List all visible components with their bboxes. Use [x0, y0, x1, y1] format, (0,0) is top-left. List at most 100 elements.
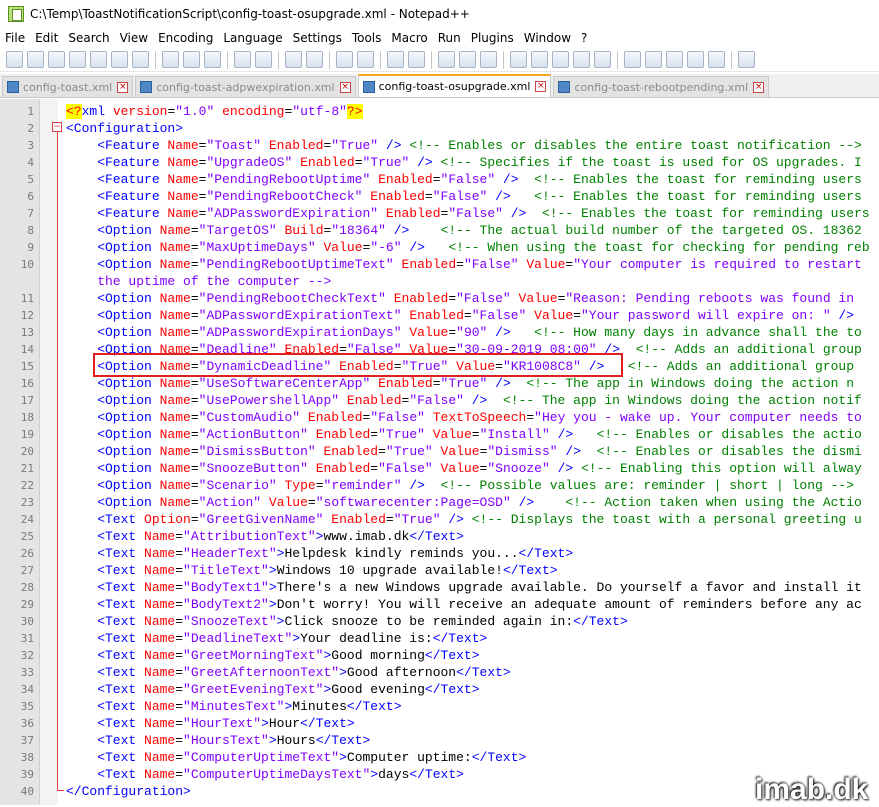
sync-h-icon[interactable] — [408, 51, 425, 68]
line-number-gutter: 1 2 3 4 5 6 7 8 9 10 11 12 13 14 15 16 17 18 19 20 21 22 23 24 2… — [0, 99, 40, 805]
play-icon[interactable] — [666, 51, 683, 68]
close-icon[interactable] — [90, 51, 107, 68]
code-line[interactable]: <Feature Name="ADPasswordExpiration" Ena… — [66, 205, 869, 222]
code-line[interactable]: <Option Name="CustomAudio" Enabled="Fals… — [66, 409, 862, 426]
tab-config-toast-osupgrade[interactable]: config-toast-osupgrade.xml × — [357, 74, 552, 97]
code-line[interactable]: <Text Name="ComputerUptimeDaysText">days… — [66, 766, 464, 783]
code-line[interactable]: <Text Name="BodyText2">Don't worry! You … — [66, 596, 862, 613]
code-line[interactable]: <Option Name="MaxUptimeDays" Value="-6" … — [66, 239, 869, 256]
tab-config-toast-rebootpending[interactable]: config-toast-rebootpending.xml × — [553, 76, 770, 97]
zoom-out-icon[interactable] — [357, 51, 374, 68]
code-line[interactable]: <Text Name="HourText">Hour</Text> — [66, 715, 355, 732]
menu-plugins[interactable]: Plugins — [466, 31, 519, 45]
code-line[interactable]: <Text Name="SnoozeText">Click snooze to … — [66, 613, 628, 630]
cut-icon[interactable] — [162, 51, 179, 68]
monitor-icon[interactable] — [594, 51, 611, 68]
paste-icon[interactable] — [204, 51, 221, 68]
menu-run[interactable]: Run — [433, 31, 466, 45]
code-line[interactable]: <Text Name="HeaderText">Helpdesk kindly … — [66, 545, 573, 562]
close-all-icon[interactable] — [111, 51, 128, 68]
menu-window[interactable]: Window — [519, 31, 576, 45]
undo-icon[interactable] — [234, 51, 251, 68]
copy-icon[interactable] — [183, 51, 200, 68]
redo-icon[interactable] — [255, 51, 272, 68]
new-file-icon[interactable] — [6, 51, 23, 68]
fold-collapse-icon[interactable]: − — [52, 122, 62, 132]
zoom-in-icon[interactable] — [336, 51, 353, 68]
tab-config-toast-adpwexpiration[interactable]: config-toast-adpwexpiration.xml × — [135, 76, 356, 97]
code-line[interactable]: <Option Name="ADPasswordExpirationDays" … — [66, 324, 862, 341]
close-tab-icon[interactable]: × — [117, 81, 129, 93]
menu-settings[interactable]: Settings — [288, 31, 347, 45]
find-icon[interactable] — [285, 51, 302, 68]
doc-map-icon[interactable] — [531, 51, 548, 68]
stop-icon[interactable] — [645, 51, 662, 68]
open-file-icon[interactable] — [27, 51, 44, 68]
editor[interactable]: 1 2 3 4 5 6 7 8 9 10 11 12 13 14 15 16 17 18 19 20 21 22 23 24 2… — [0, 99, 879, 805]
menu-help[interactable]: ? — [576, 31, 592, 45]
code-line[interactable]: <Option Name="ActionButton" Enabled="Tru… — [66, 426, 862, 443]
indent-guide-icon[interactable] — [480, 51, 497, 68]
word-wrap-icon[interactable] — [438, 51, 455, 68]
record-icon[interactable] — [624, 51, 641, 68]
replace-icon[interactable] — [306, 51, 323, 68]
code-token: </Text> — [315, 733, 371, 748]
code-line[interactable]: </Configuration> — [66, 783, 191, 800]
code-line[interactable]: <Option Name="UsePowershellApp" Enabled=… — [66, 392, 862, 409]
run-icon[interactable] — [738, 51, 755, 68]
func-list-icon[interactable] — [552, 51, 569, 68]
code-line[interactable]: <Feature Name = "PendingRebootCheck" Enabl… — [66, 188, 862, 205]
code-line[interactable]: <Option Name="ADPasswordExpirationText" … — [66, 307, 854, 324]
code-line[interactable]: <Option Name="TargetOS" Build="18364" />… — [66, 222, 862, 239]
code-line[interactable]: <Text Option="GreetGivenName" Enabled="T… — [66, 511, 862, 528]
code-line[interactable]: <Option Name="Scenario" Type="reminder" … — [66, 477, 854, 494]
code-line[interactable]: <Option Name="SnoozeButton" Enabled="Fal… — [66, 460, 862, 477]
code-line[interactable]: <Text Name="MinutesText">Minutes</Text> — [66, 698, 401, 715]
code-line[interactable]: <Option Name="UseSoftwareCenterApp" Enab… — [66, 375, 854, 392]
code-line[interactable]: <Feature Name = "PendingRebootUptime" Enab… — [66, 171, 862, 188]
menu-encoding[interactable]: Encoding — [153, 31, 218, 45]
code-token: Name — [144, 699, 176, 714]
code-line[interactable]: <Text Name="HoursText">Hours</Text> — [66, 732, 370, 749]
close-tab-icon[interactable]: × — [339, 81, 351, 93]
menu-macro[interactable]: Macro — [386, 31, 432, 45]
menu-tools[interactable]: Tools — [347, 31, 387, 45]
show-all-icon[interactable] — [459, 51, 476, 68]
close-tab-icon[interactable]: × — [753, 81, 765, 93]
save-macro-icon[interactable] — [708, 51, 725, 68]
code-line[interactable]: <Configuration> — [66, 120, 183, 137]
code-token: Name — [144, 767, 176, 782]
code-line[interactable]: <?xml version="1.0" encoding="utf-8"?> — [66, 103, 363, 120]
print-icon[interactable] — [132, 51, 149, 68]
save-all-icon[interactable] — [69, 51, 86, 68]
menu-search[interactable]: Search — [63, 31, 114, 45]
code-line[interactable]: <Text Name="DeadlineText">Your deadline … — [66, 630, 487, 647]
code-token: "False" — [440, 172, 496, 187]
code-line[interactable]: <Feature Name="Toast" Enabled="True" /> … — [66, 137, 862, 154]
code-line[interactable]: <Text Name="BodyText1">There's a new Win… — [66, 579, 862, 596]
code-line[interactable]: <Option Name="Action" Value="softwarecen… — [66, 494, 862, 511]
close-tab-icon[interactable]: × — [535, 81, 547, 92]
code-line[interactable]: <Option Name="PendingRebootUptimeText" E… — [66, 256, 862, 273]
code-line[interactable]: <Text Name="GreetMorningText">Good morni… — [66, 647, 479, 664]
play-multi-icon[interactable] — [687, 51, 704, 68]
code-line[interactable]: <Text Name="TitleText">Windows 10 upgrad… — [66, 562, 557, 579]
code-line[interactable]: <Feature Name="UpgradeOS" Enabled="True"… — [66, 154, 862, 171]
menu-file[interactable]: File — [0, 31, 30, 45]
code-line[interactable]: the uptime of the computer --> — [66, 273, 331, 290]
code-line[interactable]: <Text Name="GreetAfternoonText">Good aft… — [66, 664, 511, 681]
folder-ws-icon[interactable] — [573, 51, 590, 68]
menu-view[interactable]: View — [115, 31, 153, 45]
menu-edit[interactable]: Edit — [30, 31, 63, 45]
code-line[interactable]: <Text Name="AttributionText">www.imab.dk… — [66, 528, 464, 545]
code-line[interactable]: <Option Name="PendingRebootCheckText" En… — [66, 290, 854, 307]
menu-language[interactable]: Language — [218, 31, 287, 45]
code-token: Name — [144, 716, 176, 731]
save-icon[interactable] — [48, 51, 65, 68]
code-line[interactable]: <Option Name="DismissButton" Enabled="Tr… — [66, 443, 862, 460]
code-line[interactable]: <Text Name="ComputerUptimeText">Computer… — [66, 749, 526, 766]
udl-icon[interactable] — [510, 51, 527, 68]
sync-v-icon[interactable] — [387, 51, 404, 68]
code-line[interactable]: <Text Name="GreetEveningText">Good eveni… — [66, 681, 479, 698]
tab-config-toast[interactable]: config-toast.xml × — [2, 76, 134, 97]
